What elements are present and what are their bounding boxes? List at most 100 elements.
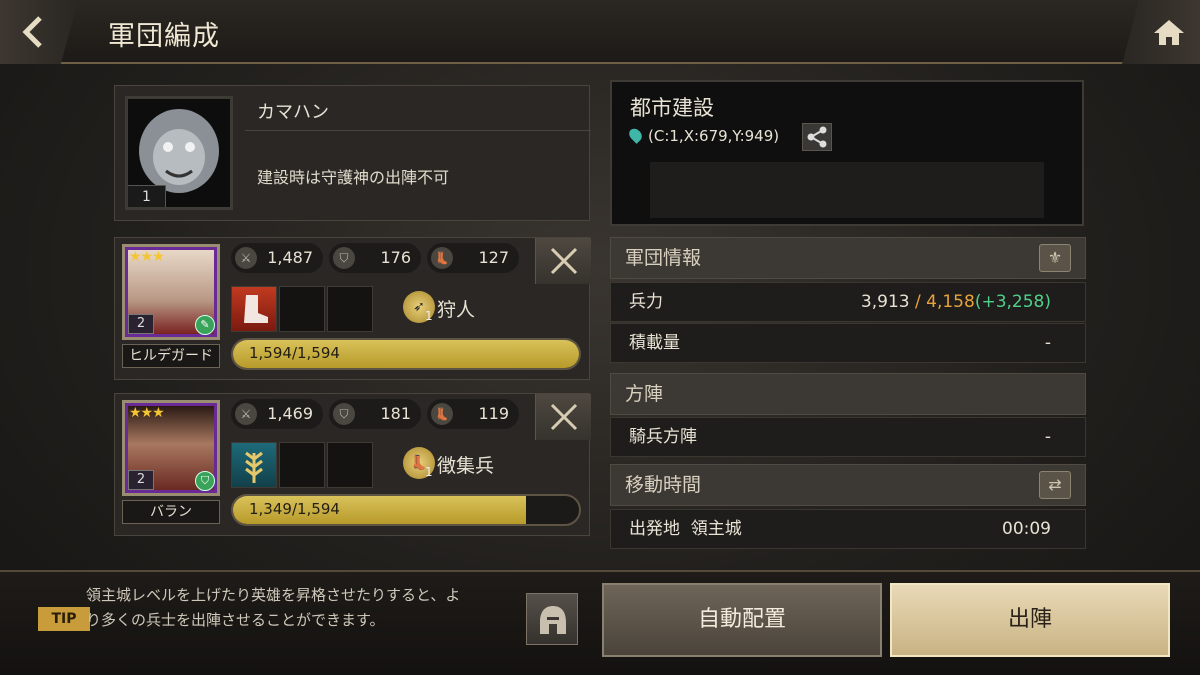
share-button[interactable]	[802, 123, 832, 151]
capacity-row: 積載量 -	[610, 323, 1086, 363]
deploy-button[interactable]: 出陣	[890, 583, 1170, 657]
hero-portrait[interactable]: ★★★ 2 ⛉	[122, 400, 220, 496]
equipment-slot-empty[interactable]	[327, 442, 373, 488]
formation-header: 方陣	[610, 373, 1086, 415]
army-info-header: 軍団情報 ⚜	[610, 237, 1086, 279]
hp-bar: 1,594/1,594	[231, 338, 581, 370]
helmet-button[interactable]	[526, 593, 578, 645]
guardian-portrait[interactable]: 1	[125, 96, 233, 210]
army-info-button[interactable]: ⚜	[1039, 244, 1071, 272]
destination-title: 都市建設	[630, 96, 714, 120]
defense-stat: ⛉ 176	[329, 243, 421, 273]
troops-separator: /	[909, 292, 927, 312]
troops-value: 3,913 / 4,158(+3,258)	[861, 283, 1051, 321]
equipment-slot[interactable]	[231, 442, 277, 488]
attack-value: 1,487	[267, 248, 313, 267]
army-info-title: 軍団情報	[625, 247, 702, 269]
boot-item-icon	[244, 295, 268, 323]
remove-hero-button[interactable]	[535, 394, 591, 440]
hero-stats: ⚔ 1,487 ⛉ 176 👢 127	[231, 243, 519, 273]
boot-icon: 👢	[431, 403, 453, 425]
hero-stats: ⚔ 1,469 ⛉ 181 👢 119	[231, 399, 519, 429]
tip-text: 領主城レベルを上げたり英雄を昇格させたりすると、より多くの兵士を出陣させることが…	[86, 586, 461, 629]
location-pin-icon	[626, 126, 645, 144]
equipment-slot-empty[interactable]	[279, 286, 325, 332]
troops-label: 兵力	[629, 292, 663, 312]
sword-icon: ⚔	[235, 247, 257, 269]
speed-stat: 👢 127	[427, 243, 519, 273]
back-button[interactable]	[0, 0, 78, 64]
auto-assign-button[interactable]: 自動配置	[602, 583, 882, 657]
formation-title: 方陣	[625, 383, 664, 405]
hero-card: ★★★ 2 ✎ ヒルデガード ⚔ 1,487 ⛉ 176 👢 127 ➶ 1 狩人 1	[114, 237, 591, 380]
back-arrow-icon	[22, 16, 42, 48]
destination-coords: (C:1,X:679,Y:949)	[648, 127, 780, 145]
unit-count: 1	[425, 465, 433, 479]
shield-icon: ⛉	[333, 403, 355, 425]
hero-stars: ★★★	[129, 249, 165, 265]
troops-row: 兵力 3,913 / 4,158(+3,258)	[610, 282, 1086, 322]
screen: 軍団編成 1 カマハン 建設時は守護神の出陣不可 ★★★ 2 ✎ ヒルデガード	[0, 0, 1200, 675]
destination-detail-box	[650, 162, 1044, 218]
share-icon	[807, 126, 827, 148]
destination-panel: 都市建設 (C:1,X:679,Y:949)	[610, 80, 1084, 226]
attack-value: 1,469	[267, 404, 313, 423]
troops-current: 3,913	[860, 292, 910, 312]
tip-badge: TIP	[38, 607, 90, 631]
unit-count: 1	[425, 309, 433, 323]
defense-stat: ⛉ 181	[329, 399, 421, 429]
travel-time-header: 移動時間 ⇄	[610, 464, 1086, 506]
hero-level: 2	[128, 470, 154, 490]
shield-badge-icon: ⛉	[195, 471, 215, 491]
hp-bar: 1,349/1,594	[231, 494, 581, 526]
troops-max: 4,158	[926, 292, 975, 312]
home-icon	[1154, 20, 1184, 45]
swap-arrows-icon: ⇄	[1048, 475, 1062, 494]
equipment-slot[interactable]	[231, 286, 277, 332]
speed-stat: 👢 119	[427, 399, 519, 429]
guardian-name: カマハン	[257, 102, 329, 123]
defense-value: 176	[380, 248, 411, 267]
attack-stat: ⚔ 1,487	[231, 243, 323, 273]
hp-text: 1,349/1,594	[249, 500, 340, 518]
guardian-panel[interactable]: 1 カマハン 建設時は守護神の出陣不可	[114, 85, 591, 221]
emblem-icon: ⚜	[1047, 248, 1063, 267]
shield-icon: ⛉	[333, 247, 355, 269]
speed-value: 119	[478, 404, 509, 423]
boot-icon: 👢	[431, 247, 453, 269]
travel-time-value: 00:09	[1002, 519, 1051, 539]
home-button[interactable]	[1122, 0, 1200, 64]
unit-name: 徴集兵	[437, 455, 495, 477]
capacity-label: 積載量	[629, 333, 680, 353]
origin-label: 出発地 領主城	[629, 519, 742, 539]
divider	[245, 130, 591, 131]
swap-route-button[interactable]: ⇄	[1039, 471, 1071, 499]
hero-stars: ★★★	[129, 405, 165, 421]
close-icon	[550, 247, 578, 275]
helmet-icon	[540, 606, 566, 634]
hero-portrait[interactable]: ★★★ 2 ✎	[122, 244, 220, 340]
close-icon	[550, 403, 578, 431]
travel-time-title: 移動時間	[625, 474, 702, 496]
troops-bonus: (+3,258)	[974, 292, 1051, 312]
guardian-note: 建設時は守護神の出陣不可	[257, 168, 450, 187]
hero-name: ヒルデガード	[122, 344, 220, 368]
guardian-level: 1	[128, 185, 166, 207]
formation-name: 騎兵方陣	[629, 427, 697, 447]
hp-text: 1,594/1,594	[249, 344, 340, 362]
equipment-slot-empty[interactable]	[279, 442, 325, 488]
unit-name: 狩人	[437, 299, 476, 321]
equipment-slot-empty[interactable]	[327, 286, 373, 332]
sword-badge-icon: ✎	[195, 315, 215, 335]
defense-value: 181	[380, 404, 411, 423]
hero-card: ★★★ 2 ⛉ バラン ⚔ 1,469 ⛉ 181 👢 119 👢 1 徴集兵 1,	[114, 393, 591, 536]
header-bar: 軍団編成	[0, 0, 1200, 64]
wheat-item-icon	[245, 451, 263, 483]
page-title: 軍団編成	[108, 21, 220, 52]
hero-level: 2	[128, 314, 154, 334]
attack-stat: ⚔ 1,469	[231, 399, 323, 429]
speed-value: 127	[478, 248, 509, 267]
formation-row[interactable]: 騎兵方陣 -	[610, 417, 1086, 457]
capacity-value: -	[1044, 333, 1051, 353]
remove-hero-button[interactable]	[535, 238, 591, 284]
